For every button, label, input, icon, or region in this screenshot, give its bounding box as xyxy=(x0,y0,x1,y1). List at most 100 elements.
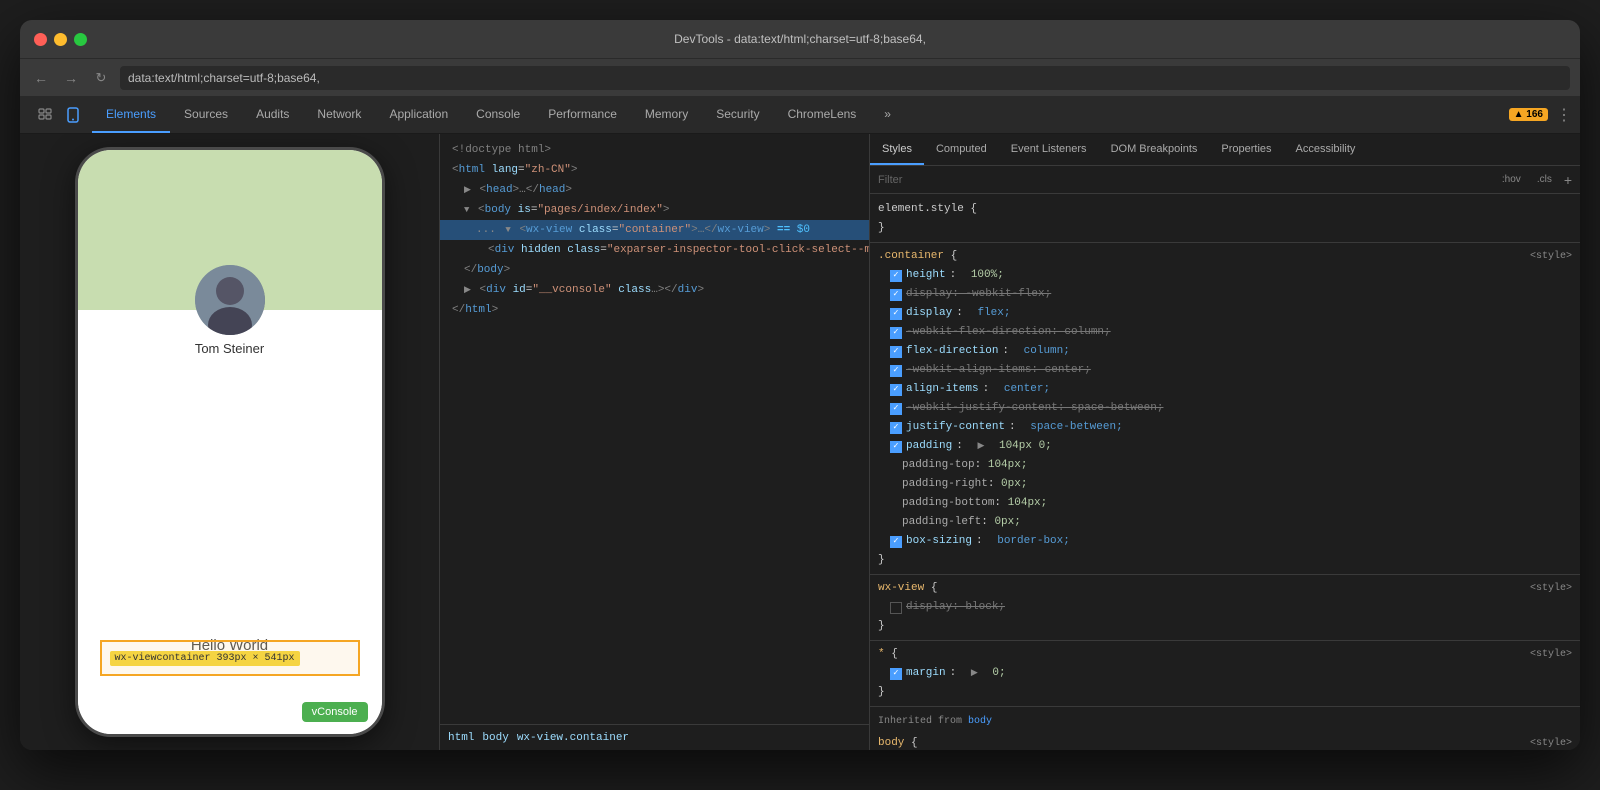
webkit-align-checkbox[interactable] xyxy=(890,365,902,377)
wx-view-style-block: wx-view { <style> display: block; } xyxy=(870,577,1580,638)
mobile-icon[interactable] xyxy=(62,104,84,126)
tab-console[interactable]: Console xyxy=(462,96,534,133)
tab-dom-breakpoints[interactable]: DOM Breakpoints xyxy=(1099,134,1210,165)
body-style-block: body { <style> cursor: default; -webkit-… xyxy=(870,732,1580,750)
traffic-lights xyxy=(34,33,87,46)
body-close-line[interactable]: </body> xyxy=(440,260,869,280)
html-tag-line[interactable]: <html lang="zh-CN"> xyxy=(440,160,869,180)
padding-right-sub: padding-right: 0px; xyxy=(870,475,1580,494)
align-items-checkbox[interactable] xyxy=(890,384,902,396)
back-button[interactable]: ← xyxy=(30,67,52,89)
hov-button[interactable]: :hov xyxy=(1498,172,1525,187)
tab-properties[interactable]: Properties xyxy=(1209,134,1283,165)
webkit-flex-dir-checkbox[interactable] xyxy=(890,327,902,339)
justify-content-checkbox[interactable] xyxy=(890,422,902,434)
display-webkit-checkbox[interactable] xyxy=(890,289,902,301)
close-button[interactable] xyxy=(34,33,47,46)
styles-tab-bar: Styles Computed Event Listeners DOM Brea… xyxy=(870,134,1580,166)
devtools-tab-bar: Elements Sources Audits Network Applicat… xyxy=(20,96,1580,134)
styles-pane: Styles Computed Event Listeners DOM Brea… xyxy=(870,134,1580,750)
tab-audits[interactable]: Audits xyxy=(242,96,303,133)
html-doctype-line[interactable]: <!doctype html> xyxy=(440,140,869,160)
element-style-selector: element.style { xyxy=(870,200,1580,219)
more-options-button[interactable]: ⋮ xyxy=(1556,105,1572,125)
margin-checkbox[interactable] xyxy=(890,668,902,680)
tabs-right-area: ▲ 166 ⋮ xyxy=(1509,96,1580,133)
flex-direction-rule: flex-direction: column; xyxy=(870,342,1580,361)
inspect-icon[interactable] xyxy=(34,104,56,126)
container-style-block: .container { <style> height: 100%; displ… xyxy=(870,245,1580,572)
tab-chromelens[interactable]: ChromeLens xyxy=(774,96,871,133)
address-bar[interactable]: data:text/html;charset=utf-8;base64, xyxy=(120,66,1570,90)
display-flex-checkbox[interactable] xyxy=(890,308,902,320)
html-close-line[interactable]: </html> xyxy=(440,300,869,320)
display-flex-rule: display: flex; xyxy=(870,304,1580,323)
padding-left-sub: padding-left: 0px; xyxy=(870,513,1580,532)
vconsole-button[interactable]: vConsole xyxy=(302,702,368,722)
height-rule: height: 100%; xyxy=(870,266,1580,285)
padding-rule: padding: ▶ 104px 0; xyxy=(870,437,1580,456)
window-title: DevTools - data:text/html;charset=utf-8;… xyxy=(674,32,926,46)
tab-security[interactable]: Security xyxy=(702,96,773,133)
body-expanded-line[interactable]: ▼ <body is="pages/index/index"> xyxy=(440,200,869,220)
height-checkbox[interactable] xyxy=(890,270,902,282)
tab-elements[interactable]: Elements xyxy=(92,96,170,133)
phone-avatar-area: Tom Steiner xyxy=(78,265,382,364)
warning-badge: ▲ 166 xyxy=(1509,108,1548,121)
refresh-button[interactable]: ↻ xyxy=(90,67,112,89)
breadcrumb-html[interactable]: html xyxy=(448,732,474,744)
justify-content-rule: justify-content: space-between; xyxy=(870,418,1580,437)
breadcrumb-body[interactable]: body xyxy=(482,732,508,744)
minimize-button[interactable] xyxy=(54,33,67,46)
phone-highlight-box: wx-viewcontainer 393px × 541px xyxy=(100,640,360,676)
avatar xyxy=(195,265,265,335)
tab-event-listeners[interactable]: Event Listeners xyxy=(999,134,1099,165)
devtools-window: DevTools - data:text/html;charset=utf-8;… xyxy=(20,20,1580,750)
tab-accessibility[interactable]: Accessibility xyxy=(1284,134,1368,165)
margin-expand-icon[interactable]: ▶ xyxy=(971,665,978,682)
phone-screen: Tom Steiner Hello World wx-viewcontainer… xyxy=(78,150,382,734)
breadcrumb: html body wx-view.container xyxy=(440,724,869,750)
webkit-justify-rule: -webkit-justify-content: space-between; xyxy=(870,399,1580,418)
styles-filter-input[interactable] xyxy=(878,174,1490,186)
tab-more[interactable]: » xyxy=(870,96,905,133)
head-collapsed-line[interactable]: ▶ <head>…</head> xyxy=(440,180,869,200)
webkit-flex-direction-rule: -webkit-flex-direction: column; xyxy=(870,323,1580,342)
tab-application[interactable]: Application xyxy=(375,96,462,133)
styles-filter-bar: :hov .cls + xyxy=(870,166,1580,194)
user-name: Tom Steiner xyxy=(195,341,264,356)
styles-content: element.style { } .container { <style> h… xyxy=(870,194,1580,750)
cls-button[interactable]: .cls xyxy=(1533,172,1556,187)
preview-pane: Tom Steiner Hello World wx-viewcontainer… xyxy=(20,134,440,750)
tab-performance[interactable]: Performance xyxy=(534,96,631,133)
padding-expand-icon[interactable]: ▶ xyxy=(977,438,984,455)
div-vconsole-line[interactable]: ▶ <div id="__vconsole" class…></div> xyxy=(440,280,869,300)
flex-direction-checkbox[interactable] xyxy=(890,346,902,358)
star-selector: * { <style> xyxy=(870,645,1580,664)
highlight-label: wx-viewcontainer 393px × 541px xyxy=(110,651,300,666)
display-block-checkbox[interactable] xyxy=(890,602,902,614)
display-block-rule: display: block; xyxy=(870,598,1580,617)
address-text: data:text/html;charset=utf-8;base64, xyxy=(128,71,320,85)
div-hidden-line[interactable]: <div hidden class="exparser-inspector-to… xyxy=(440,240,869,260)
tab-memory[interactable]: Memory xyxy=(631,96,702,133)
forward-button[interactable]: → xyxy=(60,67,82,89)
browser-bar: ← → ↻ data:text/html;charset=utf-8;base6… xyxy=(20,58,1580,96)
wx-view-selector: wx-view { <style> xyxy=(870,579,1580,598)
padding-checkbox[interactable] xyxy=(890,441,902,453)
tab-computed[interactable]: Computed xyxy=(924,134,999,165)
align-items-rule: align-items: center; xyxy=(870,380,1580,399)
box-sizing-checkbox[interactable] xyxy=(890,536,902,548)
maximize-button[interactable] xyxy=(74,33,87,46)
tab-network[interactable]: Network xyxy=(303,96,375,133)
elements-tree: <!doctype html> <html lang="zh-CN"> ▶ <h… xyxy=(440,134,869,724)
margin-rule: margin: ▶ 0; xyxy=(870,664,1580,683)
element-style-block: element.style { } xyxy=(870,198,1580,240)
webkit-align-items-rule: -webkit-align-items: center; xyxy=(870,361,1580,380)
tab-styles[interactable]: Styles xyxy=(870,134,924,165)
tab-sources[interactable]: Sources xyxy=(170,96,242,133)
webkit-justify-checkbox[interactable] xyxy=(890,403,902,415)
add-style-button[interactable]: + xyxy=(1564,172,1572,188)
breadcrumb-wx-view[interactable]: wx-view.container xyxy=(517,732,629,744)
wx-view-selected-line[interactable]: ... ▼ <wx-view class="container">…</wx-v… xyxy=(440,220,869,240)
